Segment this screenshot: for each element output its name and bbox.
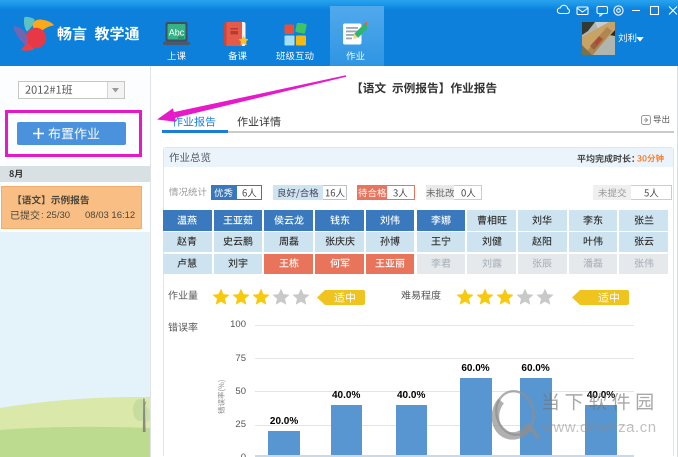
svg-text:Abc: Abc (169, 28, 185, 38)
